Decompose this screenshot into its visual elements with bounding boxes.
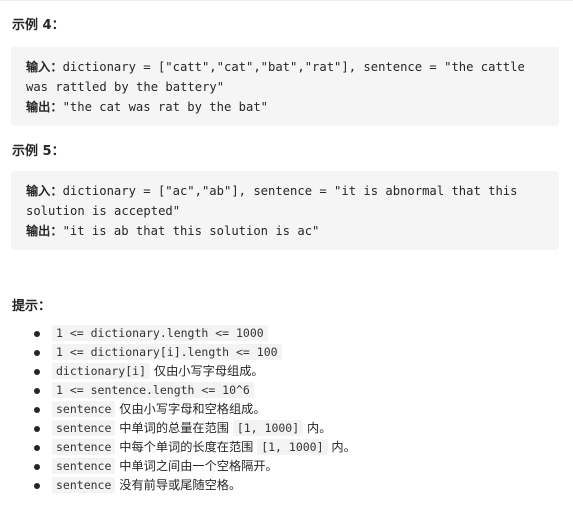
inline-code: 1 <= dictionary[i].length <= 100 <box>52 344 282 360</box>
bullet-icon <box>34 331 40 337</box>
bullet-icon <box>34 445 40 451</box>
example-4-title: 示例 4： <box>12 18 65 33</box>
hint-text: 仅由小写字母和空格组成。 <box>115 402 266 416</box>
input-value-line-2: solution is accepted" <box>26 204 181 218</box>
inline-code: [1, 1000] <box>257 439 328 455</box>
inline-code: dictionary[i] <box>52 363 151 379</box>
input-label: 输入： <box>26 60 63 74</box>
bullet-icon <box>34 407 40 413</box>
inline-code: sentence <box>52 401 116 417</box>
inline-code: sentence <box>52 439 116 455</box>
input-value-line-1: dictionary = ["ac","ab"], sentence = "it… <box>62 184 518 198</box>
bullet-icon <box>34 483 40 489</box>
input-value-line-1: dictionary = ["catt","cat","bat","rat"],… <box>62 60 525 74</box>
inline-code: sentence <box>52 477 116 493</box>
bullet-icon <box>34 426 40 432</box>
output-label: 输出： <box>26 100 63 114</box>
hint-text: 中单词之间由一个空格隔开。 <box>115 459 278 473</box>
inline-code: 1 <= dictionary.length <= 1000 <box>52 325 268 341</box>
input-value-line-2: was rattled by the battery" <box>26 80 225 94</box>
example-5-title: 示例 5： <box>12 144 65 159</box>
bullet-icon <box>34 464 40 470</box>
bullet-icon <box>34 388 40 394</box>
hint-text: 仅由小写字母组成。 <box>150 364 264 378</box>
example-5-code-block: 输入：dictionary = ["ac","ab"], sentence = … <box>11 171 559 250</box>
bullet-icon <box>34 350 40 356</box>
bullet-icon <box>34 369 40 375</box>
hints-title: 提示： <box>12 299 52 314</box>
inline-code: sentence <box>52 458 116 474</box>
example-4-code-block: 输入：dictionary = ["catt","cat","bat","rat… <box>11 47 559 126</box>
hint-text: 没有前导或尾随空格。 <box>115 478 242 492</box>
top-divider <box>0 0 573 1</box>
inline-code: sentence <box>52 420 116 436</box>
hint-text: 内。 <box>303 421 332 435</box>
hint-text: 中单词的总量在范围 <box>115 421 233 435</box>
output-value: "it is ab that this solution is ac" <box>62 224 320 238</box>
output-value: "the cat was rat by the bat" <box>62 100 269 114</box>
hint-text: 内。 <box>327 440 356 454</box>
hint-text: 中每个单词的长度在范围 <box>115 440 258 454</box>
output-label: 输出： <box>26 224 63 238</box>
inline-code: 1 <= sentence.length <= 10^6 <box>52 382 254 398</box>
input-label: 输入： <box>26 184 63 198</box>
inline-code: [1, 1000] <box>232 420 304 436</box>
